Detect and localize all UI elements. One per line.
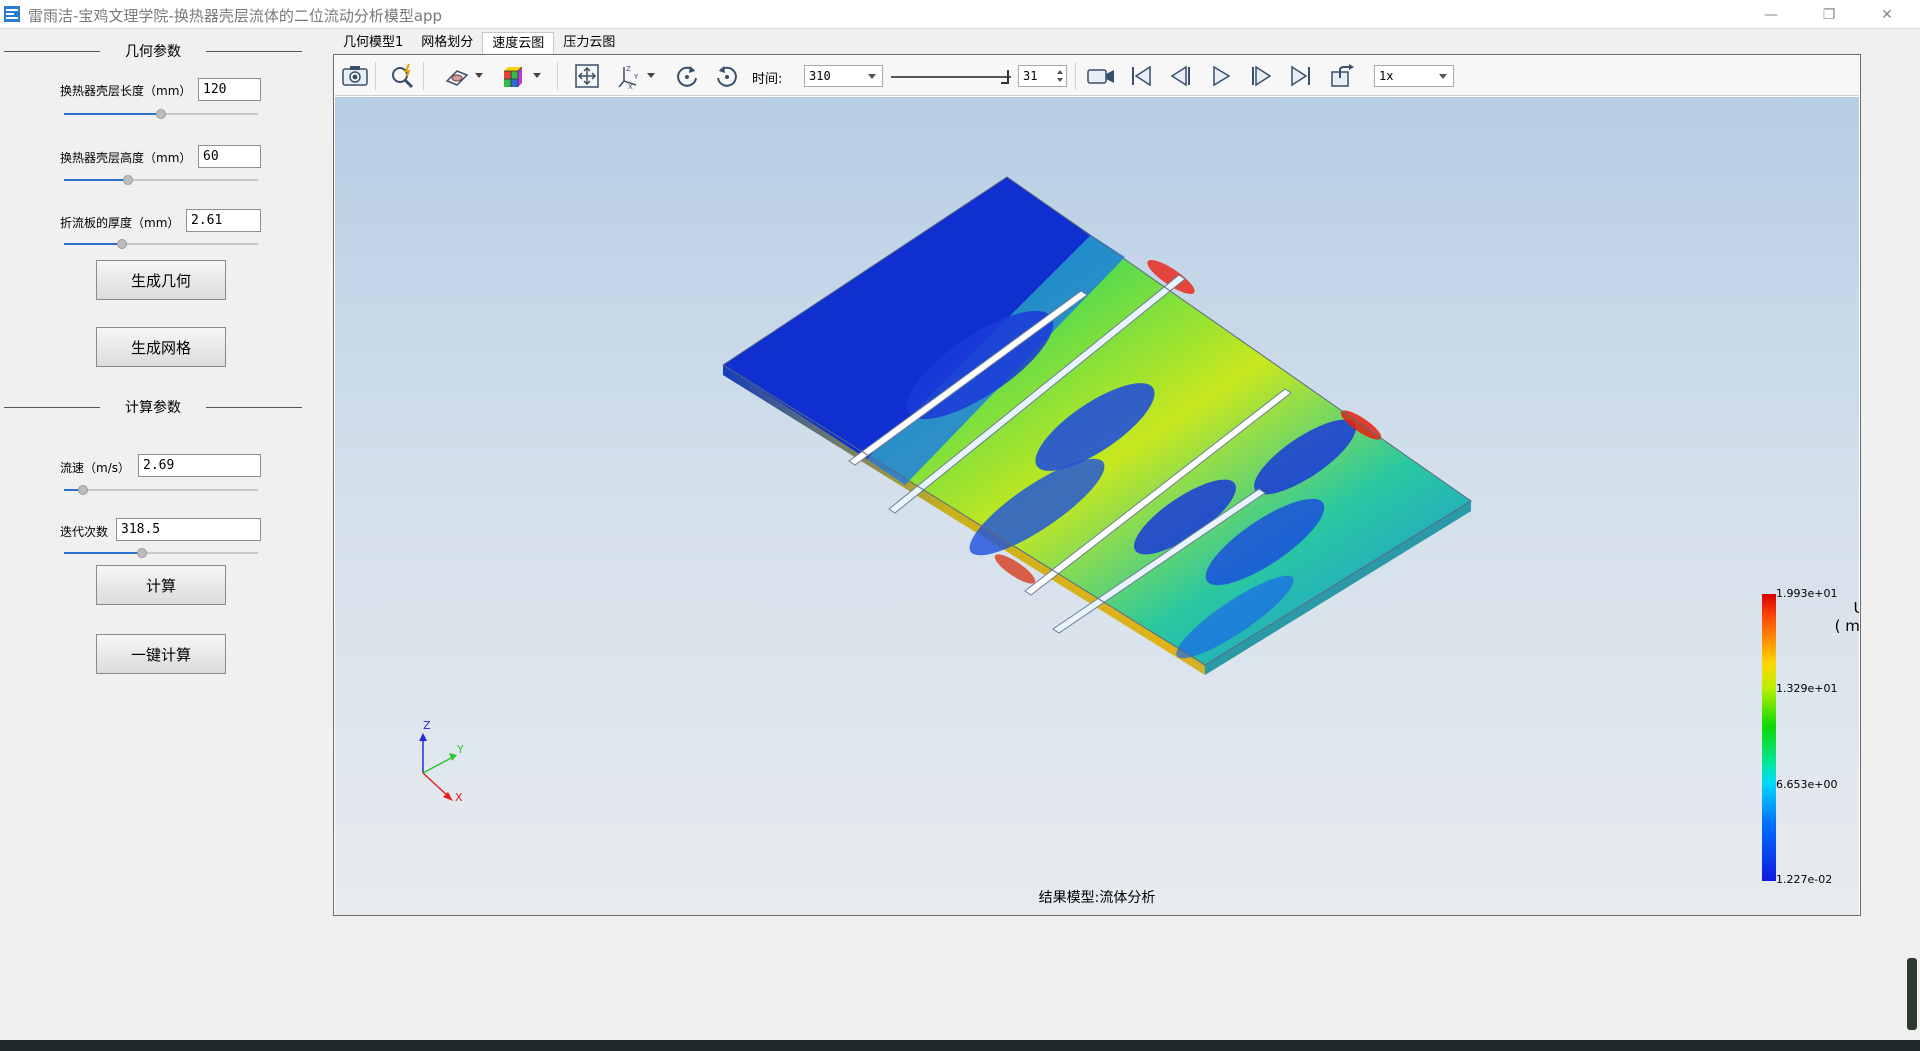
- shell-length-input[interactable]: 120: [198, 78, 261, 101]
- chevron-down-icon: [868, 74, 876, 79]
- axis-y-label: Y: [457, 743, 464, 756]
- flow-velocity-label: 流速（m/s）: [60, 461, 130, 475]
- one-click-compute-button[interactable]: 一键计算: [96, 634, 226, 674]
- app-icon: [4, 6, 20, 22]
- baffle-thickness-slider[interactable]: [64, 238, 258, 250]
- playback-speed-value: 1x: [1379, 69, 1394, 83]
- iterations-slider[interactable]: [64, 547, 258, 559]
- iterations-input[interactable]: 318.5: [116, 518, 261, 541]
- legend-unit: ( m/s ): [1834, 617, 1859, 635]
- next-frame-icon[interactable]: [1247, 62, 1275, 90]
- slider-handle[interactable]: [78, 485, 89, 495]
- legend-title: U ( m/s ): [1829, 599, 1859, 635]
- frame-spinbox-value: 31: [1023, 69, 1038, 83]
- tab-pressure-contour[interactable]: 压力云图: [554, 32, 624, 54]
- axis-x-label: X: [455, 791, 463, 804]
- zoom-selection-icon[interactable]: [389, 62, 417, 90]
- last-frame-icon[interactable]: [1287, 62, 1315, 90]
- time-select[interactable]: 310: [804, 65, 883, 87]
- legend-tick-high: 1.329e+01: [1776, 682, 1838, 695]
- rotate-counterclockwise-icon[interactable]: [713, 62, 741, 90]
- viewer-toolbar: ZYX 时间: 310 31 1x: [335, 56, 1859, 96]
- slider-handle[interactable]: [136, 548, 147, 558]
- scrollbar[interactable]: [1907, 958, 1917, 1030]
- geometry-section-header: 几何参数: [4, 41, 302, 61]
- display-style-dropdown-icon[interactable]: [475, 73, 483, 78]
- rotate-clockwise-icon[interactable]: [673, 62, 701, 90]
- taskbar: [0, 1040, 1920, 1051]
- camera-icon[interactable]: [341, 62, 369, 90]
- maximize-button[interactable]: ❐: [1800, 0, 1858, 29]
- spin-down-icon[interactable]: [1057, 78, 1063, 82]
- generate-mesh-button[interactable]: 生成网格: [96, 327, 226, 367]
- tab-mesh[interactable]: 网格划分: [412, 32, 482, 54]
- spin-up-icon[interactable]: [1057, 70, 1063, 74]
- axes-orientation-icon[interactable]: ZYX: [615, 62, 643, 90]
- time-select-value: 310: [809, 69, 831, 83]
- first-frame-icon[interactable]: [1127, 62, 1155, 90]
- title-bar: 雷雨洁-宝鸡文理学院-换热器壳层流体的二位流动分析模型app — ❐ ✕: [0, 0, 1920, 29]
- legend-color-bar: [1762, 594, 1776, 881]
- compute-section-title: 计算参数: [117, 400, 189, 416]
- display-style-icon[interactable]: [443, 62, 471, 90]
- parameter-panel: 几何参数 换热器壳层长度（mm） 120 换热器壳层高度（mm） 60 折流板的…: [0, 30, 310, 1040]
- svg-text:Y: Y: [633, 73, 639, 81]
- fit-view-icon[interactable]: [573, 62, 601, 90]
- shell-height-label: 换热器壳层高度（mm）: [60, 151, 192, 165]
- tab-geometry-model[interactable]: 几何模型1: [334, 32, 412, 54]
- baffle-thickness-label: 折流板的厚度（mm）: [60, 216, 180, 230]
- minimize-button[interactable]: —: [1742, 0, 1800, 29]
- svg-text:Z: Z: [626, 65, 631, 73]
- playback-speed-select[interactable]: 1x: [1374, 65, 1454, 87]
- result-viewer: ZYX 时间: 310 31 1x Z Y X U (m 结果模型:流体分析: [333, 54, 1861, 916]
- shell-height-input[interactable]: 60: [198, 145, 261, 168]
- axes-triad: [419, 733, 457, 801]
- color-map-icon[interactable]: [499, 62, 527, 90]
- compute-section-header: 计算参数: [4, 397, 302, 417]
- generate-geometry-button[interactable]: 生成几何: [96, 260, 226, 300]
- geometry-section-title: 几何参数: [117, 44, 189, 60]
- export-icon[interactable]: [1329, 62, 1357, 90]
- previous-frame-icon[interactable]: [1167, 62, 1195, 90]
- viewer-caption: 结果模型:流体分析: [1038, 890, 1156, 906]
- chevron-down-icon: [1439, 74, 1447, 79]
- flow-velocity-slider[interactable]: [64, 484, 258, 496]
- slider-handle[interactable]: [156, 109, 166, 119]
- window-title: 雷雨洁-宝鸡文理学院-换热器壳层流体的二位流动分析模型app: [28, 7, 443, 25]
- close-button[interactable]: ✕: [1858, 0, 1916, 29]
- iterations-label: 迭代次数: [60, 525, 109, 539]
- view-tabs: 几何模型1 网格划分 速度云图 压力云图: [334, 32, 624, 54]
- frame-spinbox[interactable]: 31: [1018, 65, 1067, 87]
- time-slider-handle[interactable]: [1001, 70, 1009, 84]
- axis-z-label: Z: [423, 719, 431, 732]
- legend-variable: U: [1853, 599, 1860, 617]
- shell-height-slider[interactable]: [64, 174, 258, 186]
- tab-velocity-contour[interactable]: 速度云图: [482, 32, 555, 54]
- svg-text:X: X: [628, 83, 633, 89]
- axes-orientation-dropdown-icon[interactable]: [647, 73, 655, 78]
- play-icon[interactable]: [1207, 62, 1235, 90]
- slider-handle[interactable]: [117, 239, 128, 249]
- record-video-icon[interactable]: [1087, 62, 1115, 90]
- slider-handle[interactable]: [123, 175, 134, 185]
- flow-velocity-input[interactable]: 2.69: [138, 454, 261, 477]
- legend-tick-min: 1.227e-02: [1776, 873, 1833, 886]
- render-area[interactable]: Z Y X U ( m/s ) 结果模型:流体分析: [335, 97, 1859, 915]
- shell-length-label: 换热器壳层长度（mm）: [60, 84, 192, 98]
- baffle-thickness-input[interactable]: 2.61: [186, 209, 261, 232]
- compute-button[interactable]: 计算: [96, 565, 226, 605]
- time-slider[interactable]: [891, 70, 1011, 85]
- shell-length-slider[interactable]: [64, 108, 258, 120]
- velocity-contour-model: [419, 176, 1472, 801]
- legend-tick-mid: 6.653e+00: [1776, 778, 1838, 791]
- legend-tick-max: 1.993e+01: [1776, 587, 1838, 600]
- time-label: 时间:: [752, 72, 783, 87]
- color-map-dropdown-icon[interactable]: [533, 73, 541, 78]
